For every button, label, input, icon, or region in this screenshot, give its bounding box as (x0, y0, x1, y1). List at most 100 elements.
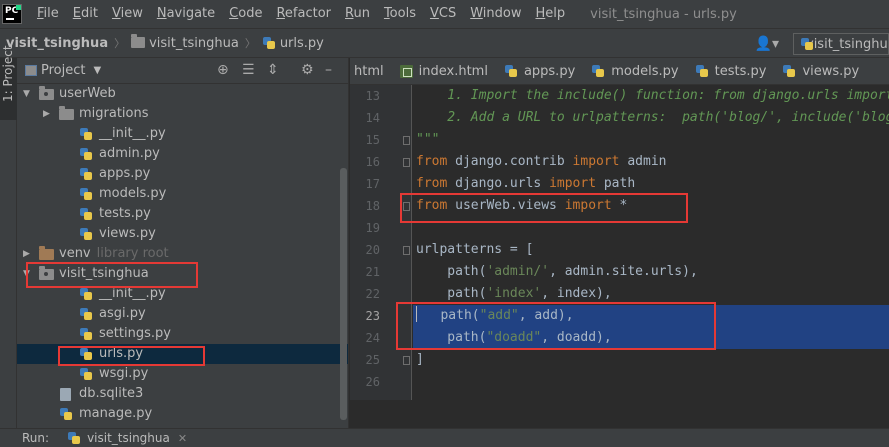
editor-empty-area[interactable] (350, 400, 889, 428)
fold-toggle-icon[interactable] (403, 356, 410, 365)
menu-tools[interactable]: Tools (377, 0, 423, 28)
tree-item[interactable]: ▼ userWeb (17, 84, 348, 104)
tree-item[interactable]: settings.py (17, 324, 348, 344)
tree-item[interactable]: __init__.py (17, 284, 348, 304)
editor-tab[interactable]: index.html (392, 58, 496, 84)
menu-code[interactable]: Code (222, 0, 269, 28)
tree-item[interactable]: db.sqlite3 (17, 384, 348, 404)
code-line[interactable]: path('index', index), (413, 283, 889, 305)
fold-toggle-icon[interactable] (403, 158, 410, 167)
tree-scrollbar[interactable] (340, 168, 347, 420)
folder-icon (39, 86, 54, 100)
tree-item[interactable]: __init__.py (17, 124, 348, 144)
code-line[interactable]: 1. Import the include() function: from d… (413, 85, 889, 107)
folder-icon (59, 106, 74, 120)
menu-bar: PC File Edit View Navigate Code Refactor Run To… (0, 0, 889, 28)
folder-icon (39, 246, 54, 260)
fold-toggle-icon[interactable] (403, 136, 410, 145)
run-label: Run: (22, 431, 50, 445)
menu-view[interactable]: View (105, 0, 150, 28)
editor-tab-label: apps.py (523, 63, 576, 79)
chevron-right-icon[interactable]: ▶ (43, 104, 50, 124)
line-number: 20 (365, 243, 380, 257)
gear-icon[interactable]: ⚙ (301, 62, 314, 78)
code-line[interactable]: path("add", add), (413, 305, 889, 327)
chevron-down-icon[interactable]: ▼ (93, 65, 101, 76)
tree-item-label: tests.py (99, 206, 151, 221)
tree-item-label: __init__.py (99, 126, 166, 141)
collapse-all-icon[interactable]: ☰ (242, 62, 255, 78)
library-root-hint: library root (96, 246, 169, 261)
code-line[interactable]: from userWeb.views import * (413, 195, 889, 217)
code-line[interactable]: ] (413, 349, 889, 371)
pycharm-logo-icon: PC (2, 4, 22, 24)
editor-tab[interactable]: apps.py (496, 58, 583, 84)
tree-item[interactable]: manage.py (17, 404, 348, 424)
breadcrumb-file[interactable]: urls.py (256, 36, 330, 51)
panel-title[interactable]: Project (41, 63, 85, 78)
hide-icon[interactable]: – (325, 62, 332, 78)
tree-item[interactable]: asgi.py (17, 304, 348, 324)
tree-item[interactable]: urls.py (17, 344, 348, 364)
code-line[interactable] (413, 217, 889, 239)
python-file-icon (79, 347, 93, 361)
code-line[interactable]: from django.urls import path (413, 173, 889, 195)
tree-item[interactable]: models.py (17, 184, 348, 204)
tree-item[interactable]: ▶ migrations (17, 104, 348, 124)
tree-item-label: settings.py (99, 326, 171, 341)
tree-item[interactable]: wsgi.py (17, 364, 348, 384)
fold-toggle-icon[interactable] (403, 202, 410, 211)
line-number: 24 (365, 331, 380, 345)
line-number: 15 (365, 133, 380, 147)
code-line[interactable]: path('admin/', admin.site.urls), (413, 261, 889, 283)
tree-item[interactable]: views.py (17, 224, 348, 244)
tree-item[interactable]: tests.py (17, 204, 348, 224)
python-file-icon (591, 64, 605, 78)
tree-item[interactable]: ▶ venv library root (17, 244, 348, 264)
code-line[interactable]: 2. Add a URL to urlpatterns: path('blog/… (413, 107, 889, 129)
html-file-icon (399, 64, 413, 78)
tree-item[interactable]: admin.py (17, 144, 348, 164)
locate-icon[interactable]: ⊕ (217, 62, 229, 78)
tree-item[interactable]: ▼ visit_tsinghua (17, 264, 348, 284)
expand-all-icon[interactable]: ⇕ (267, 62, 279, 78)
menu-run[interactable]: Run (338, 0, 377, 28)
python-file-icon (59, 407, 73, 421)
menu-refactor[interactable]: Refactor (269, 0, 338, 28)
project-tool-button[interactable]: 1: Project (0, 45, 17, 120)
menu-file[interactable]: File (30, 0, 66, 28)
editor-tab[interactable]: views.py (774, 58, 867, 84)
code-line[interactable] (413, 371, 889, 393)
python-file-icon (79, 287, 93, 301)
chevron-down-icon[interactable]: ▼ (23, 264, 30, 284)
run-configuration-selector[interactable]: visit_tsinghua (793, 33, 889, 55)
chevron-right-icon[interactable]: ▶ (23, 244, 30, 264)
project-panel: Project ▼ ⊕ ☰ ⇕ ⚙ – ▼ userWeb ▶ migrations _… (17, 58, 349, 428)
editor-tab[interactable]: tests.py (687, 58, 775, 84)
menu-window[interactable]: Window (463, 0, 528, 28)
menu-navigate[interactable]: Navigate (150, 0, 222, 28)
breadcrumb-folder[interactable]: visit_tsinghua (125, 33, 245, 51)
code-line[interactable]: """ (413, 129, 889, 151)
python-file-icon (67, 431, 81, 445)
menu-help[interactable]: Help (529, 0, 573, 28)
close-icon[interactable]: ✕ (178, 432, 187, 445)
line-number: 22 (365, 287, 380, 301)
code-editor[interactable]: 1. Import the include() function: from d… (413, 85, 889, 400)
code-line[interactable]: path("doadd", doadd), (413, 327, 889, 349)
editor-tab-label: html (354, 63, 384, 79)
code-line[interactable]: urlpatterns = [ (413, 239, 889, 261)
python-file-icon (79, 207, 93, 221)
breadcrumb-project[interactable]: visit_tsinghua (0, 36, 114, 51)
run-tab[interactable]: visit_tsinghua ✕ (67, 431, 187, 445)
menu-vcs[interactable]: VCS (423, 0, 463, 28)
tree-item[interactable]: apps.py (17, 164, 348, 184)
editor-tab[interactable]: models.py (583, 58, 686, 84)
fold-toggle-icon[interactable] (403, 246, 410, 255)
run-tool-bar: Run: visit_tsinghua ✕ (0, 428, 889, 447)
editor-tab[interactable]: html (350, 58, 392, 84)
menu-edit[interactable]: Edit (66, 0, 105, 28)
code-line[interactable]: from django.contrib import admin (413, 151, 889, 173)
chevron-down-icon[interactable]: ▼ (23, 84, 30, 104)
user-icon[interactable]: 👤▾ (755, 36, 779, 52)
